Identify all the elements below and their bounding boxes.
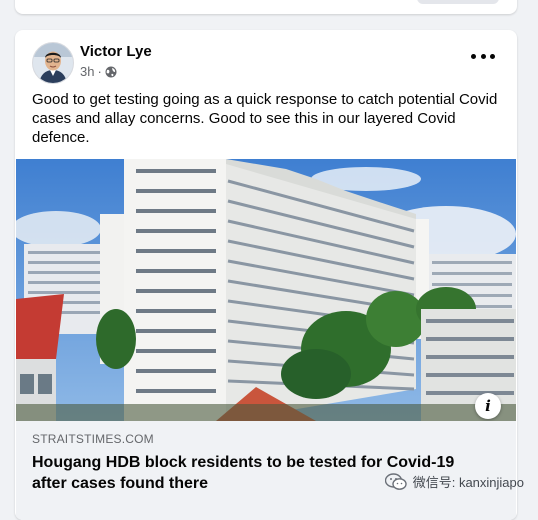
- globe-icon[interactable]: [105, 66, 117, 78]
- watermark: 微信号: kanxinjiapo: [384, 472, 524, 491]
- hdb-block-photo: [16, 159, 516, 421]
- link-domain: STRAITSTIMES.COM: [32, 432, 154, 446]
- avatar-photo: [33, 43, 73, 83]
- post-time[interactable]: 3h: [80, 64, 94, 79]
- author-name[interactable]: Victor Lye: [80, 43, 152, 60]
- meta-separator: ·: [97, 64, 102, 79]
- previous-post-card: [15, 0, 517, 14]
- post-meta: 3h ·: [80, 64, 117, 79]
- wechat-icon: [384, 472, 407, 491]
- post-text: Good to get testing going as a quick res…: [32, 91, 498, 146]
- previous-post-action-button[interactable]: [417, 0, 499, 4]
- post-header: Victor Lye 3h ·: [15, 30, 517, 84]
- watermark-label: 微信号: kanxinjiapo: [412, 475, 524, 490]
- link-preview-image[interactable]: i: [16, 159, 516, 421]
- post-card: Victor Lye 3h · Good to get testing goin…: [15, 30, 517, 520]
- more-options-icon[interactable]: [471, 50, 495, 62]
- avatar[interactable]: [32, 42, 74, 84]
- info-icon[interactable]: i: [475, 393, 501, 419]
- link-preview[interactable]: STRAITSTIMES.COM Hougang HDB block resid…: [16, 421, 516, 520]
